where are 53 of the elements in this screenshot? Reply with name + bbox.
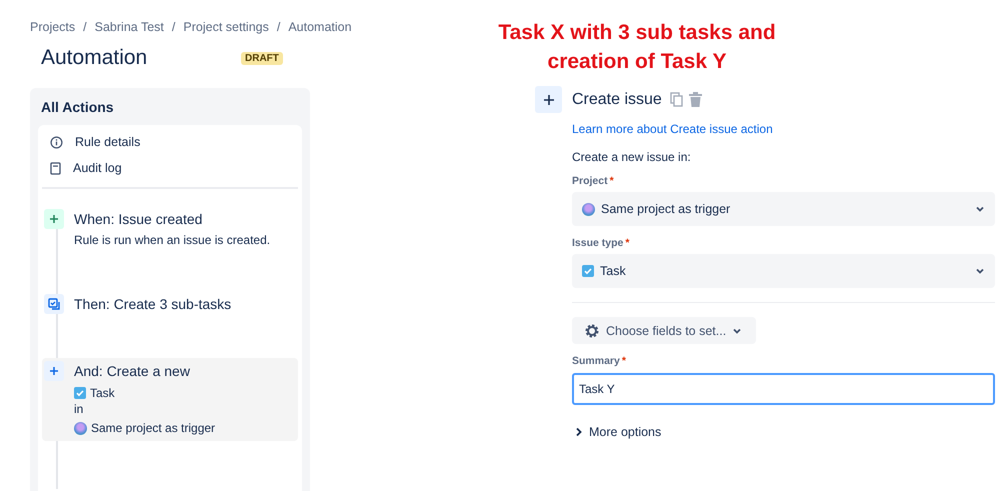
issue-type-text: Task	[90, 386, 115, 400]
connector-text: in	[74, 402, 84, 416]
panel-title: All Actions	[41, 99, 115, 115]
status-badge: DRAFT	[241, 52, 283, 64]
document-icon	[50, 162, 61, 174]
issue-type-select[interactable]: Task	[572, 254, 995, 288]
plus-icon	[44, 209, 64, 229]
step-title: Then: Create 3 sub-tasks	[74, 295, 232, 314]
checkbox-task-icon	[74, 387, 86, 399]
field-label: Issue type *	[572, 237, 630, 249]
step-title: When: Issue created	[74, 210, 204, 229]
breadcrumb-link[interactable]: Automation	[288, 20, 352, 34]
copy-icon[interactable]	[670, 92, 683, 107]
field-label: Summary *	[572, 355, 627, 367]
required-mark: *	[610, 175, 614, 187]
learn-more-link[interactable]: Learn more about Create issue action	[572, 122, 995, 136]
required-mark: *	[625, 237, 630, 249]
sidebar-link[interactable]: Audit log	[42, 155, 298, 181]
info-icon	[50, 136, 63, 148]
rule-step[interactable]: Then: Create 3 sub-tasks	[42, 291, 298, 320]
project-text: Same project as trigger	[91, 421, 216, 435]
page-title: Automation	[41, 46, 148, 70]
more-options-toggle[interactable]: More options	[572, 425, 995, 439]
breadcrumb-separator: /	[172, 20, 176, 34]
annotation-text: Task X with 3 sub tasks and creation of Task Y	[497, 20, 777, 75]
sidebar-link[interactable]: Rule details	[42, 129, 298, 155]
rule-step[interactable]: When: Issue created Rule is run when an issue is created.	[42, 206, 298, 253]
choose-fields-button[interactable]: Choose fields to set...	[572, 317, 756, 344]
rule-step[interactable]: And: Create a new Task in Same project as trigger	[42, 358, 298, 441]
trash-icon[interactable]	[688, 92, 702, 107]
step-description: Rule is run when an issue is created.	[74, 233, 270, 247]
project-select[interactable]: Same project as trigger	[572, 192, 995, 226]
chevron-down-icon	[975, 204, 985, 214]
plus-icon	[44, 361, 64, 381]
plus-icon	[535, 86, 562, 113]
chevron-down-icon	[975, 266, 985, 276]
editor-title: Create issue	[572, 90, 662, 108]
breadcrumb-separator: /	[276, 20, 280, 34]
chevron-right-icon	[575, 427, 583, 437]
project-avatar-icon	[74, 422, 87, 434]
step-title: And: Create a new	[74, 362, 191, 381]
breadcrumb-link[interactable]: Sabrina Test	[94, 20, 164, 34]
breadcrumb-link[interactable]: Project settings	[183, 20, 269, 34]
required-mark: *	[622, 355, 626, 367]
summary-input[interactable]: Task Y	[572, 373, 995, 405]
project-avatar-icon	[582, 202, 595, 216]
breadcrumb-separator: /	[83, 20, 87, 34]
subtask-icon	[44, 294, 64, 314]
breadcrumb-link[interactable]: Projects	[30, 20, 76, 34]
checkbox-task-icon	[582, 265, 594, 277]
intro-text: Create a new issue in:	[572, 150, 692, 164]
field-label: Project *	[572, 175, 615, 187]
settings-icon	[584, 322, 600, 338]
